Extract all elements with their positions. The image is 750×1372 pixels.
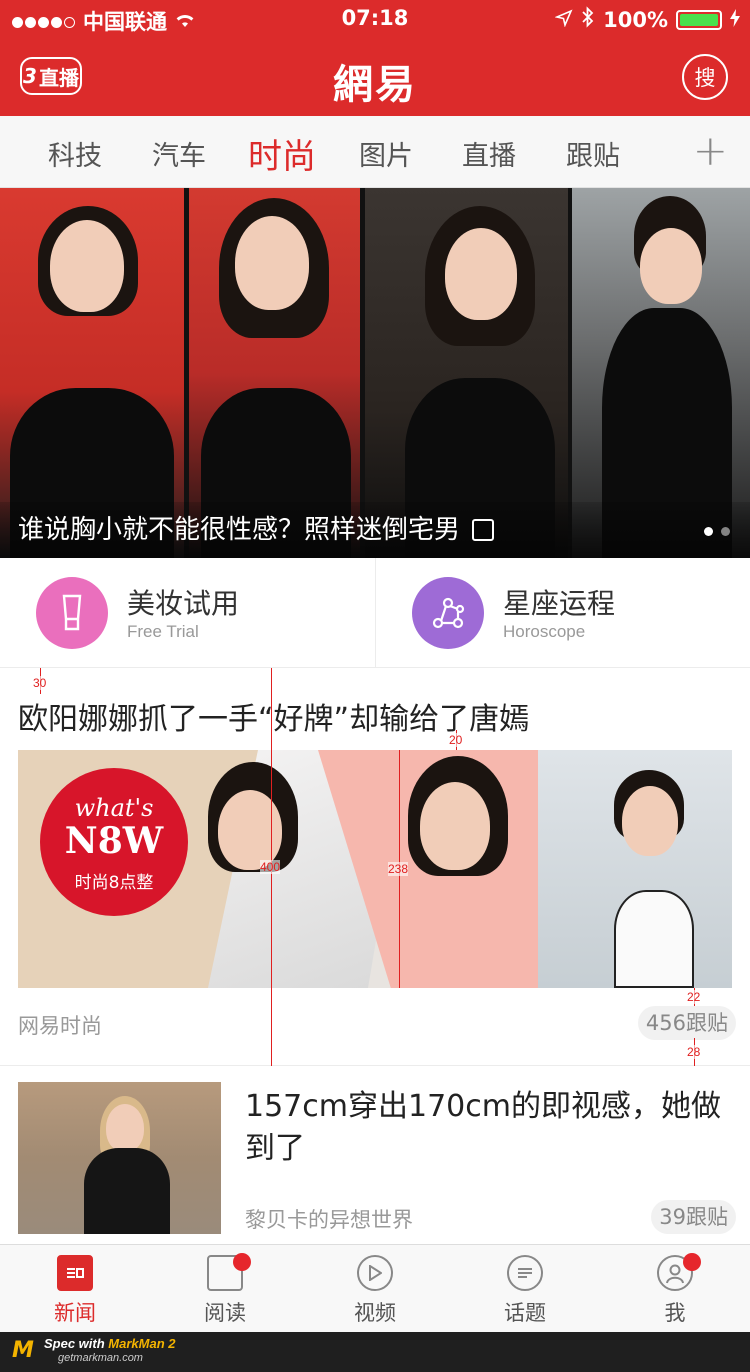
spec-label: 30	[33, 676, 47, 690]
tabbar-item-video[interactable]: 视频	[300, 1245, 450, 1333]
netease-logo: 網易	[333, 61, 417, 108]
spec-label: 28	[687, 1045, 701, 1059]
article-card-small[interactable]: 157cm穿出170cm的即视感，她做到了 黎贝卡的异想世界 39跟贴	[0, 1066, 750, 1244]
feature-title: 美妆试用	[127, 587, 240, 620]
play-icon	[357, 1255, 393, 1291]
tabbar-item-news[interactable]: 新闻	[0, 1245, 150, 1333]
markman-footer: M Spec with MarkMan 2 getmarkman.com	[0, 1332, 750, 1372]
markman-url: getmarkman.com	[58, 1352, 143, 1364]
tabbar-item-read[interactable]: 阅读	[150, 1245, 300, 1333]
badge-line-3: 时尚8点整	[74, 873, 154, 893]
gallery-icon	[472, 519, 495, 541]
article-card-large[interactable]: 欧阳娜娜抓了一手“好牌”却输给了唐嫣 what's N8W 时尚8点整 网易时尚…	[0, 668, 750, 1066]
tab-photos[interactable]: 图片	[359, 134, 413, 173]
article-thumbnail	[18, 1082, 221, 1234]
badge-line-2: N8W	[64, 820, 164, 862]
tab-comments[interactable]: 跟贴	[566, 134, 620, 173]
whats-now-badge: what's N8W 时尚8点整	[40, 768, 188, 916]
page-dot	[721, 527, 730, 536]
feature-subtitle: Horoscope	[503, 622, 586, 641]
tabbar-label: 新闻	[54, 1301, 96, 1325]
tabbar-label: 我	[664, 1301, 686, 1325]
tab-auto[interactable]: 汽车	[152, 134, 206, 173]
tabbar-label: 视频	[354, 1301, 396, 1325]
page-indicator	[704, 527, 730, 536]
search-label: 搜	[694, 66, 716, 90]
search-button[interactable]: 搜	[682, 54, 728, 100]
spec-label: 20	[449, 733, 463, 747]
article-source: 黎贝卡的异想世界	[245, 1208, 413, 1232]
news-icon	[57, 1255, 93, 1291]
tab-tech[interactable]: 科技	[48, 134, 102, 173]
tabbar-item-topics[interactable]: 话题	[450, 1245, 600, 1333]
banner-title-text: 谁说胸小就不能很性感？照样迷倒宅男	[18, 515, 461, 545]
feature-free-trial[interactable]: 美妆试用 Free Trial	[0, 558, 375, 668]
plus-icon[interactable]: +	[693, 126, 728, 175]
category-tabs: 科技 汽车 时尚 图片 直播 跟贴 +	[0, 116, 750, 188]
spec-label: 238	[388, 862, 409, 876]
status-bar: 中国联通 07:18 100%	[0, 0, 750, 40]
article-image: what's N8W 时尚8点整	[18, 750, 732, 988]
spec-label: 400	[260, 860, 281, 874]
constellation-icon	[412, 577, 484, 649]
feature-row: 美妆试用 Free Trial 星座运程 Horoscope	[0, 558, 750, 668]
bluetooth-icon	[581, 6, 595, 33]
spec-prefix: Spec with	[44, 1336, 109, 1351]
reply-count-badge[interactable]: 456跟贴	[637, 1006, 736, 1040]
location-icon	[554, 8, 573, 32]
article-title: 157cm穿出170cm的即视感，她做到了	[245, 1089, 721, 1166]
tab-fashion[interactable]: 时尚	[248, 129, 316, 178]
markman-logo-icon: M	[12, 1338, 34, 1363]
feature-title: 星座运程	[503, 587, 616, 620]
tabbar-item-me[interactable]: 我	[600, 1245, 750, 1333]
badge-line-1: what's	[74, 794, 154, 822]
bottom-tab-bar: 新闻 阅读 视频 话题 我	[0, 1244, 750, 1332]
headline-banner[interactable]: 谁说胸小就不能很性感？照样迷倒宅男	[0, 188, 750, 558]
banner-title: 谁说胸小就不能很性感？照样迷倒宅男	[18, 509, 495, 546]
cosmetics-icon	[36, 577, 108, 649]
page-dot-active	[704, 527, 713, 536]
notification-dot	[683, 1253, 701, 1271]
tabbar-label: 阅读	[204, 1301, 246, 1325]
tab-live[interactable]: 直播	[462, 134, 516, 173]
reply-count-badge[interactable]: 39跟贴	[651, 1200, 736, 1234]
spec-brand: MarkMan 2	[108, 1336, 176, 1351]
feature-subtitle: Free Trial	[127, 622, 199, 641]
top-bar: 中国联通 07:18 100% 3 直播 網易 搜	[0, 0, 750, 116]
chat-icon	[507, 1255, 543, 1291]
battery-percent: 100%	[603, 7, 668, 32]
tabbar-label: 话题	[504, 1301, 546, 1325]
notification-dot	[233, 1253, 251, 1271]
charging-icon	[730, 8, 740, 32]
battery-icon	[676, 9, 722, 30]
feature-horoscope[interactable]: 星座运程 Horoscope	[375, 558, 750, 668]
spec-label: 22	[687, 990, 701, 1004]
status-right: 100%	[554, 6, 740, 33]
markman-spec-text: Spec with MarkMan 2	[44, 1336, 176, 1351]
article-title: 欧阳娜娜抓了一手“好牌”却输给了唐嫣	[18, 702, 530, 737]
article-source: 网易时尚	[18, 1014, 102, 1038]
